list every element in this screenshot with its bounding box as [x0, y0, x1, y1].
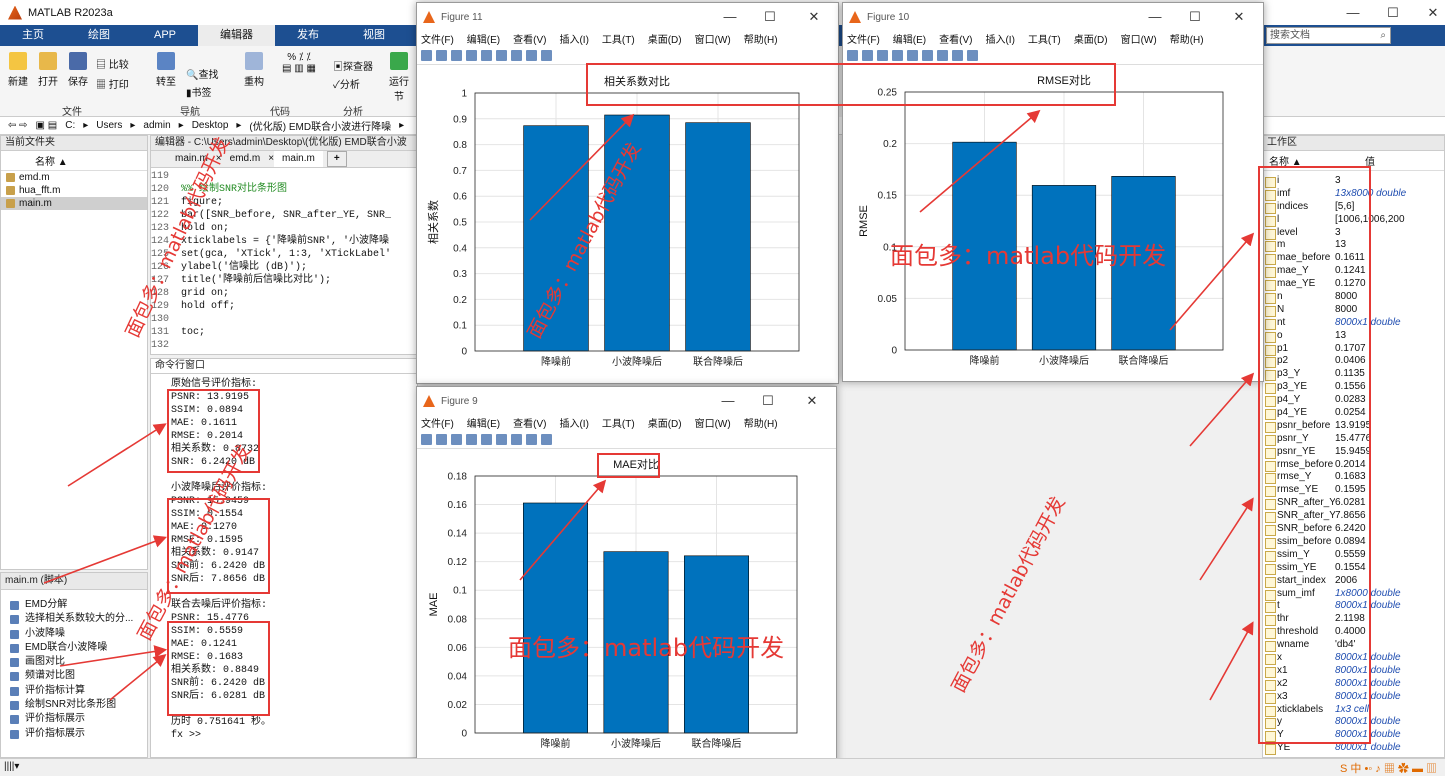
- watermark-text: 面包多：matlab代码开发: [890, 242, 1167, 270]
- watermark-text: 面包多：matlab代码开发: [508, 634, 785, 662]
